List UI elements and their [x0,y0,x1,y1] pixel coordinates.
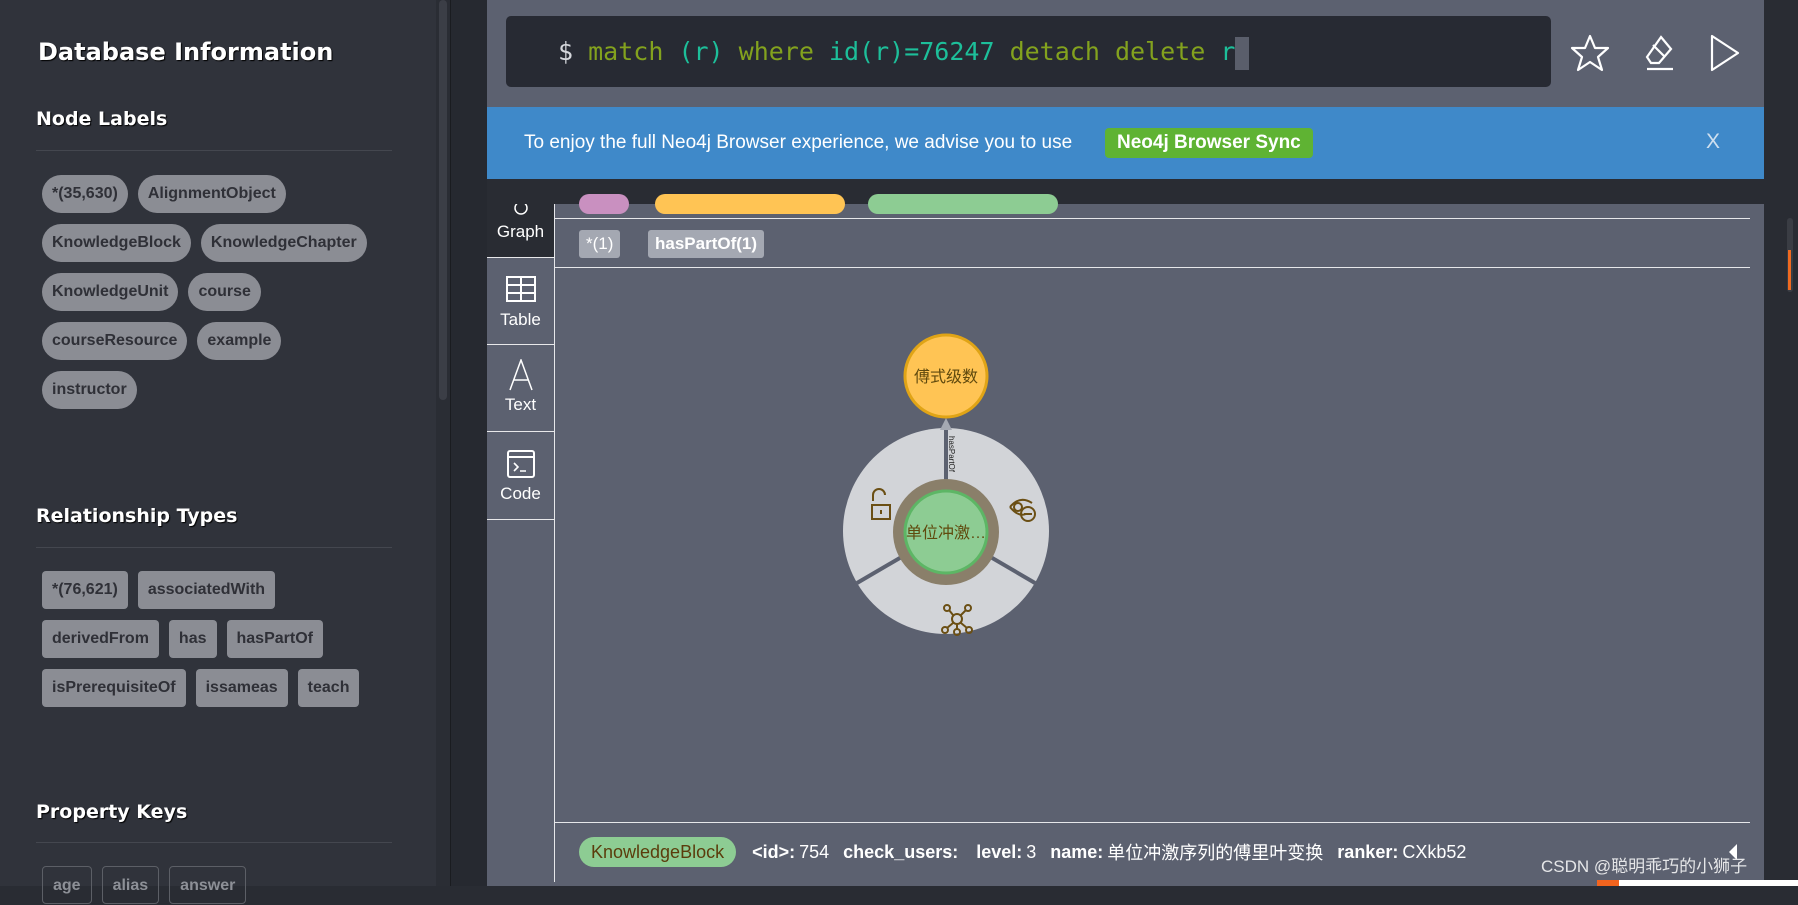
csdn-toolbar-partial [1597,880,1798,886]
prop-key: name: [1050,841,1104,862]
sidebar-pill[interactable]: KnowledgeChapter [200,224,367,262]
prop-value: 3 [1026,841,1037,862]
sidebar-pill[interactable]: age [42,866,92,904]
sidebar-pill[interactable]: KnowledgeBlock [42,224,191,262]
label-pill-partial[interactable] [579,194,629,214]
relationship-types-heading: Relationship Types [36,505,238,527]
star-icon[interactable] [1570,33,1610,73]
scrollbar-thumb[interactable] [439,0,447,400]
prop-key: level: [976,841,1023,862]
tab-label: Table [500,310,541,329]
tab-label: Text [504,395,537,414]
divider [36,547,392,548]
node-labels-heading: Node Labels [36,108,168,130]
result-frame: *(1) hasPartOf(1) hasPartOf 傅式级数 单位冲激… K… [554,194,1750,882]
eraser-icon[interactable] [1639,33,1679,73]
page-scrollbar[interactable] [1764,0,1798,886]
sync-banner: To enjoy the full Neo4j Browser experien… [487,107,1764,179]
sidebar-pill[interactable]: *(76,621) [42,571,128,609]
sidebar-pill[interactable]: answer [169,866,247,904]
tab-label: Code [500,484,541,503]
sidebar-pill[interactable]: KnowledgeUnit [42,273,179,311]
cypher-editor[interactable]: $ match (r) where id(r)=76247 detach del… [506,16,1551,87]
code-token: detach delete [994,37,1221,66]
label-pill-partial[interactable] [655,194,845,214]
database-info-sidebar: Database Information Node Labels *(35,63… [0,0,436,904]
sidebar-pill[interactable]: instructor [42,371,137,409]
graph-canvas[interactable]: hasPartOf 傅式级数 单位冲激… [555,268,1750,822]
banner-close-button[interactable]: X [1706,130,1720,154]
sidebar-pill[interactable]: derivedFrom [42,620,159,658]
node-labels-list: *(35,630) AlignmentObject KnowledgeBlock Kn… [42,175,382,409]
sidebar-pill[interactable]: example [197,322,282,360]
browser-sync-button[interactable]: Neo4j Browser Sync [1105,128,1313,158]
prompt: $ [558,37,574,66]
label-pill-partial[interactable] [868,194,1058,214]
code-token: id(r)=76247 [828,37,995,66]
text-cursor [1235,36,1250,70]
node-caption: 傅式级数 [914,368,978,386]
tab-text[interactable]: Text [487,345,554,432]
prop-key: <id>: [752,841,796,862]
divider [555,218,1750,219]
tab-table[interactable]: Table [487,258,554,345]
node-caption: 单位冲激… [906,524,986,542]
divider [36,150,392,151]
sidebar-pill[interactable]: associatedWith [137,571,276,609]
panel-divider [450,0,487,886]
edge-arrow [940,418,952,430]
sidebar-pill[interactable]: *(35,630) [42,175,128,213]
tab-graph[interactable]: Graph [487,204,554,258]
prop-key: ranker: [1337,841,1399,862]
banner-message: To enjoy the full Neo4j Browser experien… [524,132,1073,153]
sidebar-pill[interactable]: alias [101,866,160,904]
divider [36,842,392,843]
relationship-label: hasPartOf [947,436,956,473]
text-icon [508,359,533,391]
sidebar-pill[interactable]: issameas [195,669,288,707]
prop-key: check_users: [843,841,959,862]
code-token: r [1220,37,1236,66]
relationship-types-list: *(76,621) associatedWith derivedFrom has has… [42,571,382,707]
property-keys-heading: Property Keys [36,801,188,823]
prop-value: 单位冲激序列的傅里叶变换 [1107,843,1324,863]
result-view-tabs: Graph Table Text Code [487,204,554,882]
count-pill-all[interactable]: *(1) [579,230,621,258]
sidebar-pill[interactable]: course [188,273,261,311]
property-keys-list: age alias answer [42,866,382,904]
sidebar-pill[interactable]: AlignmentObject [137,175,286,213]
scroll-indicator [1788,250,1791,290]
play-icon[interactable] [1704,33,1744,73]
code-token: (r) [678,37,724,66]
prop-value: CXkb52 [1402,841,1467,862]
prop-value: 754 [799,841,830,862]
count-pill-haspartof[interactable]: hasPartOf(1) [648,230,765,258]
label-badge[interactable]: KnowledgeBlock [579,837,737,867]
code-token: where [723,37,829,66]
tab-label: Graph [496,222,545,241]
code-token: match [588,37,679,66]
main-panel: $ match (r) where id(r)=76247 detach del… [487,0,1764,886]
sidebar-pill[interactable]: has [168,620,217,658]
table-icon [505,276,536,302]
sidebar-pill[interactable]: teach [297,669,360,707]
watermark: CSDN @聪明乖巧的小狮子 [1541,857,1748,876]
graph-icon [513,204,528,215]
tab-code[interactable]: Code [487,432,554,520]
sidebar-pill[interactable]: courseResource [42,322,188,360]
sidebar-title: Database Information [38,38,334,66]
sidebar-pill[interactable]: hasPartOf [226,620,323,658]
sidebar-scrollbar[interactable] [436,0,450,886]
code-icon [506,450,535,478]
sidebar-pill[interactable]: isPrerequisiteOf [42,669,186,707]
